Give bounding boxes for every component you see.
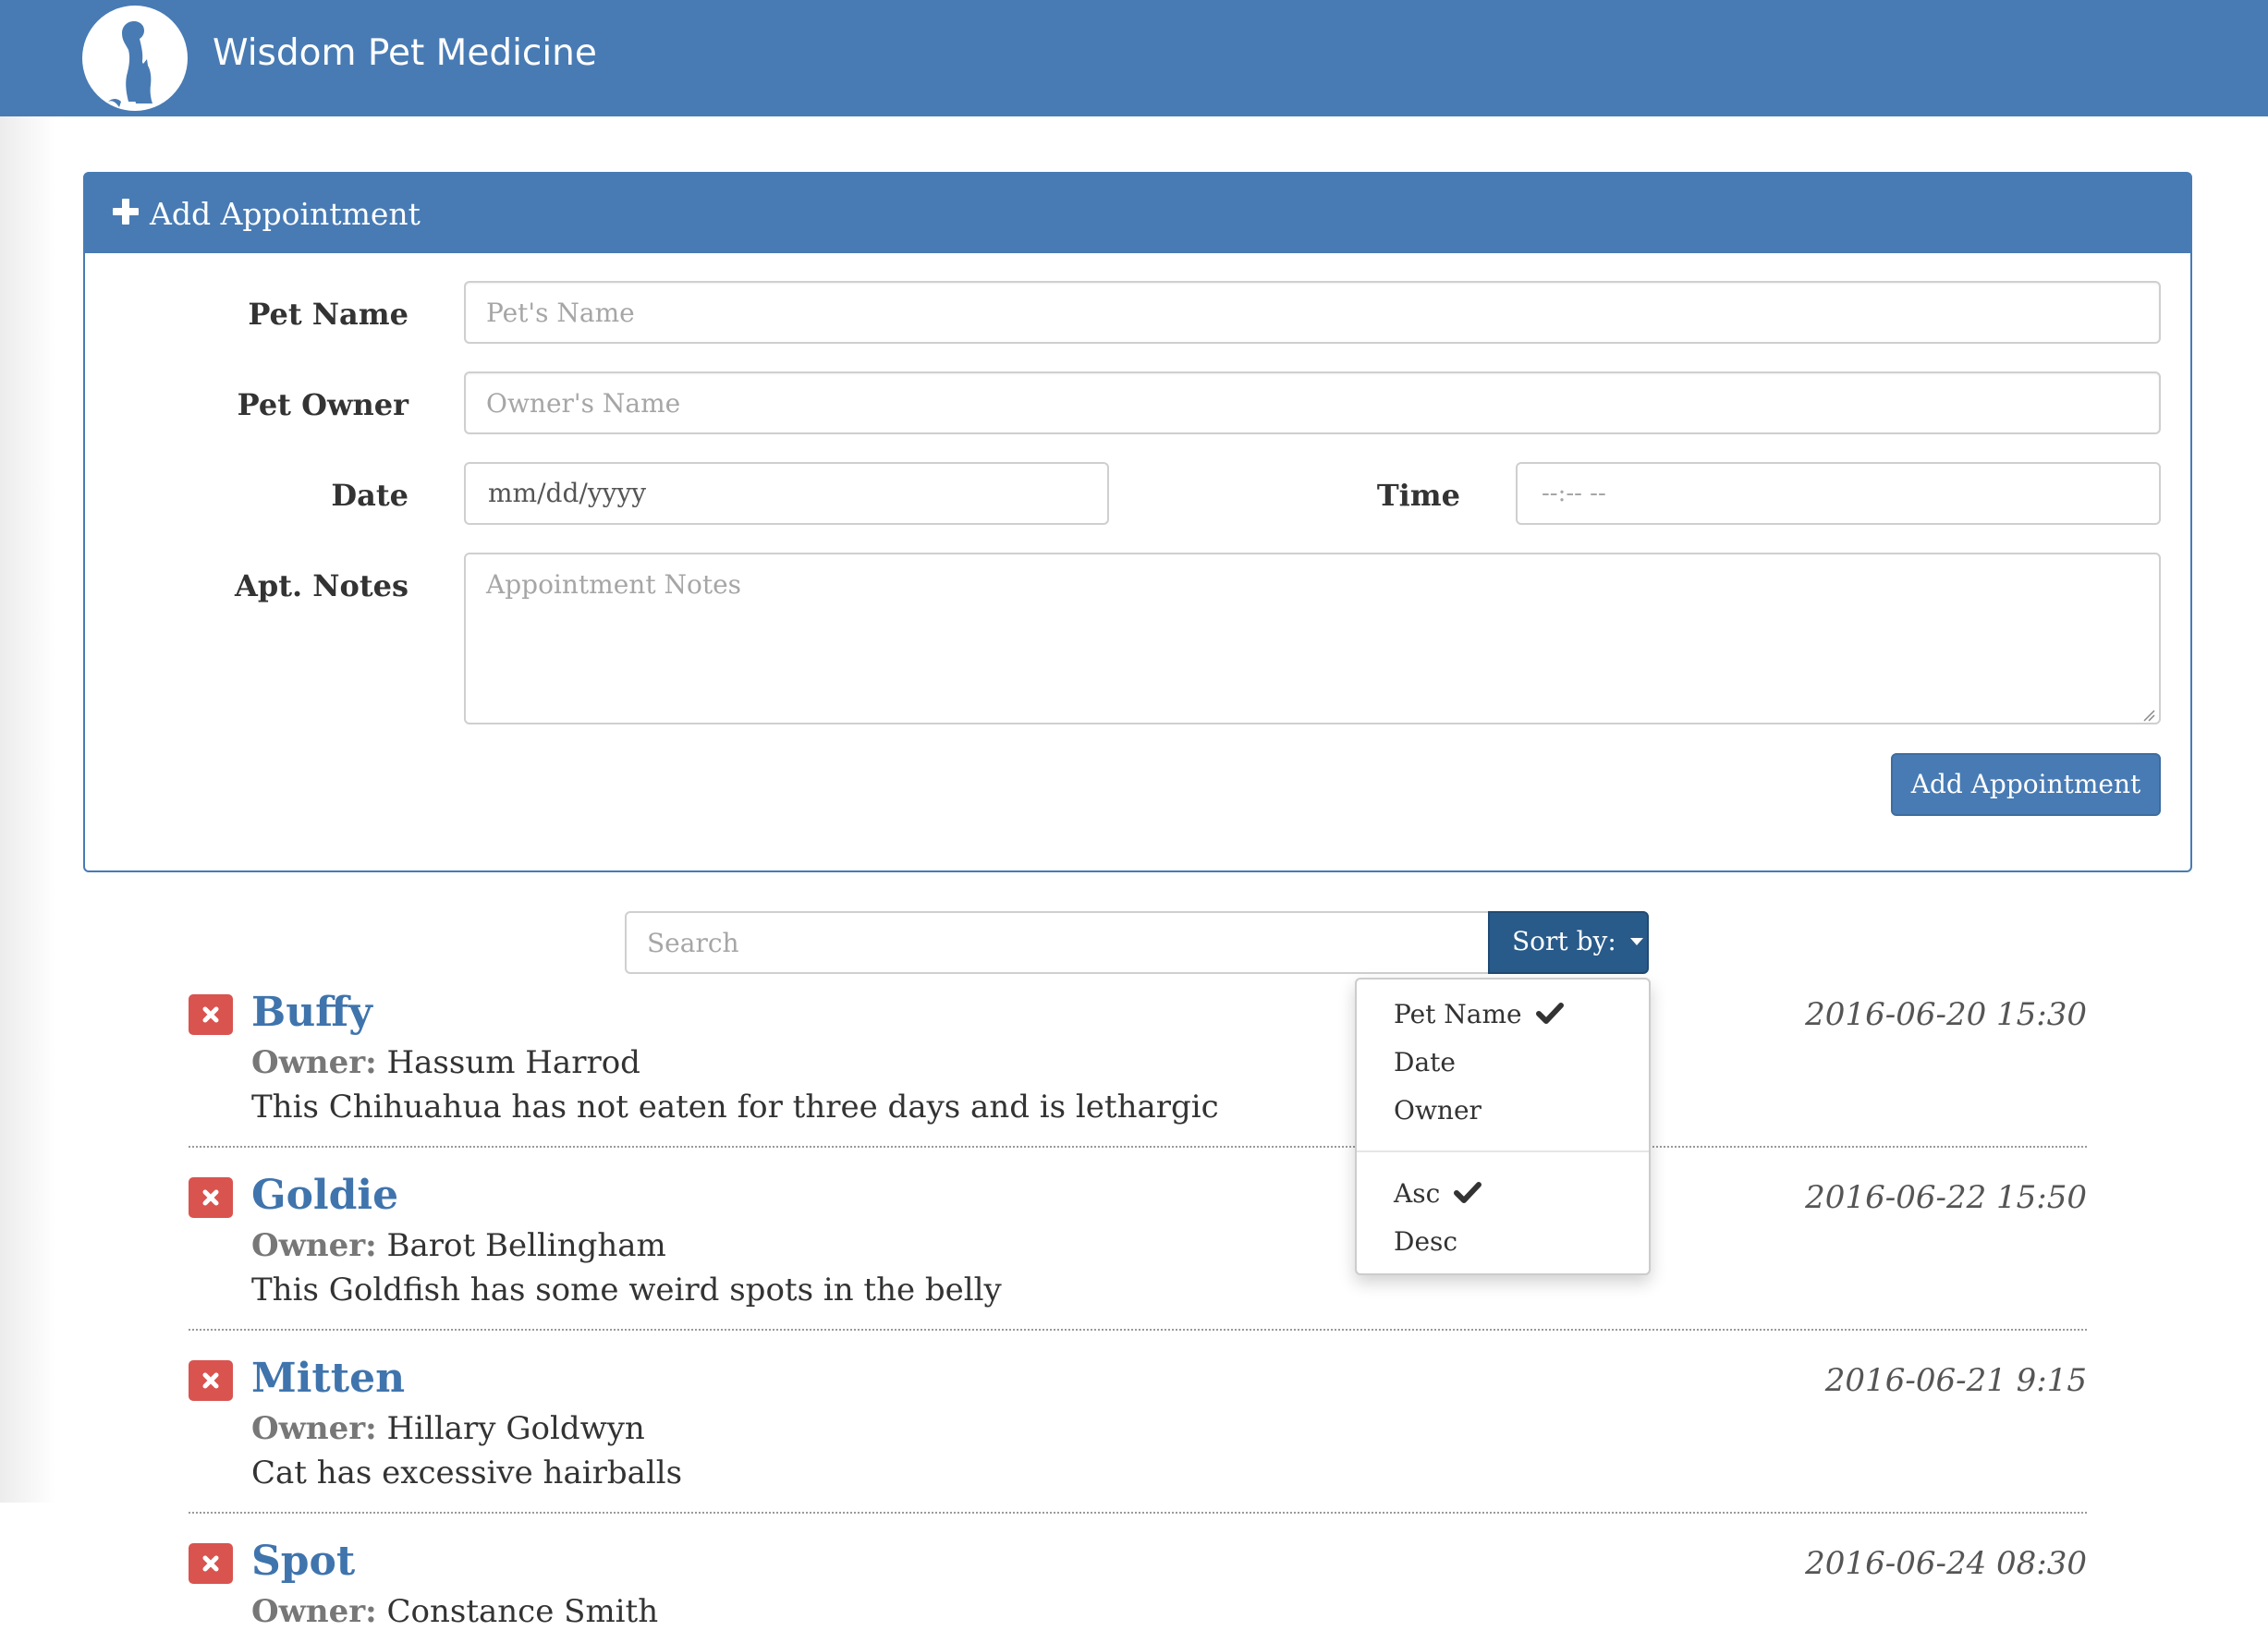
sort-option-asc[interactable]: Asc — [1394, 1175, 1482, 1212]
sort-by-label: Sort by: — [1512, 926, 1616, 956]
appointment-item: Buffy 2016-06-20 15:30 Owner: Hassum Har… — [189, 989, 2087, 1175]
delete-icon — [202, 1555, 219, 1572]
sort-option-owner[interactable]: Owner — [1394, 1092, 1482, 1129]
owner-line: Owner: Constance Smith — [251, 1589, 658, 1634]
check-icon — [1535, 1002, 1564, 1024]
owner-label: Owner: — [251, 1044, 377, 1081]
owner-line: Owner: Hassum Harrod — [251, 1041, 640, 1085]
delete-button[interactable] — [189, 1543, 233, 1584]
page-left-shade — [0, 116, 55, 1503]
owner-label: Owner: — [251, 1227, 377, 1264]
owner-line: Owner: Hillary Goldwyn — [251, 1406, 645, 1451]
appointment-item: Spot 2016-06-24 08:30 Owner: Constance S… — [189, 1541, 2087, 1643]
dropdown-divider — [1357, 1150, 1649, 1152]
date-input[interactable]: mm/dd/yyyy — [464, 462, 1109, 525]
apt-notes-label: Apt. Notes — [234, 568, 408, 603]
resize-grip-icon[interactable] — [2142, 708, 2155, 722]
appointment-divider — [189, 1329, 2087, 1331]
appointment-date: 2016-06-22 15:50 — [1805, 1179, 2087, 1216]
sort-option-date[interactable]: Date — [1394, 1044, 1456, 1081]
owner-label: Owner: — [251, 1410, 377, 1447]
sort-by-button[interactable]: Sort by: — [1488, 911, 1649, 974]
caret-down-icon — [1629, 937, 1643, 945]
sort-dropdown-menu: Pet Name Date Owner Asc Desc — [1355, 978, 1651, 1275]
pet-owner-label: Pet Owner — [237, 387, 408, 422]
pet-name-link[interactable]: Goldie — [251, 1168, 398, 1223]
appointment-date: 2016-06-21 9:15 — [1824, 1362, 2087, 1399]
brand-title[interactable]: Wisdom Pet Medicine — [213, 28, 597, 79]
delete-button[interactable] — [189, 994, 233, 1035]
pet-name-link[interactable]: Buffy — [251, 985, 372, 1041]
check-icon — [1454, 1181, 1482, 1203]
apt-notes-textarea[interactable] — [464, 553, 2161, 724]
owner-name: Barot Bellingham — [386, 1227, 666, 1264]
sort-option-label: Asc — [1394, 1178, 1441, 1209]
plus-icon — [113, 199, 139, 225]
search-input[interactable] — [625, 911, 1490, 974]
delete-icon — [202, 1006, 219, 1023]
pet-name-input[interactable] — [464, 281, 2161, 344]
add-appointment-button[interactable]: Add Appointment — [1891, 753, 2161, 816]
appointment-divider — [189, 1146, 2087, 1148]
pet-owner-input[interactable] — [464, 371, 2161, 434]
appointment-notes: Cat has excessive hairballs — [251, 1454, 683, 1491]
delete-icon — [202, 1372, 219, 1389]
delete-button[interactable] — [189, 1360, 233, 1401]
date-label: Date — [331, 478, 408, 513]
sort-option-pet-name[interactable]: Pet Name — [1394, 996, 1564, 1033]
appointment-divider — [189, 1512, 2087, 1514]
pet-name-link[interactable]: Spot — [251, 1541, 355, 1589]
add-appointment-toggle[interactable]: Add Appointment — [85, 174, 2190, 253]
owner-line: Owner: Barot Bellingham — [251, 1223, 666, 1268]
panel-title: Add Appointment — [150, 196, 421, 232]
sort-option-desc[interactable]: Desc — [1394, 1223, 1457, 1260]
appointment-notes: This Goldfish has some weird spots in th… — [251, 1272, 1002, 1308]
time-input[interactable]: --:-- -- — [1516, 462, 2161, 525]
pet-name-label: Pet Name — [248, 297, 408, 332]
appointment-date: 2016-06-20 15:30 — [1805, 996, 2087, 1033]
delete-button[interactable] — [189, 1177, 233, 1218]
owner-label: Owner: — [251, 1593, 377, 1630]
pet-name-link[interactable]: Mitten — [251, 1351, 405, 1406]
appointment-date: 2016-06-24 08:30 — [1805, 1545, 2087, 1582]
appointment-item: Goldie 2016-06-22 15:50 Owner: Barot Bel… — [189, 1172, 2087, 1358]
owner-name: Hassum Harrod — [386, 1044, 640, 1081]
owner-name: Hillary Goldwyn — [386, 1410, 645, 1447]
appointment-item: Mitten 2016-06-21 9:15 Owner: Hillary Go… — [189, 1355, 2087, 1541]
appointment-notes: This Chihuahua has not eaten for three d… — [251, 1089, 1219, 1126]
delete-icon — [202, 1189, 219, 1206]
owner-name: Constance Smith — [386, 1593, 659, 1630]
logo-dog-cat-icon[interactable] — [82, 6, 188, 111]
navbar: Wisdom Pet Medicine — [0, 0, 2268, 116]
time-label: Time — [1376, 478, 1460, 513]
sort-option-label: Pet Name — [1394, 999, 1522, 1029]
